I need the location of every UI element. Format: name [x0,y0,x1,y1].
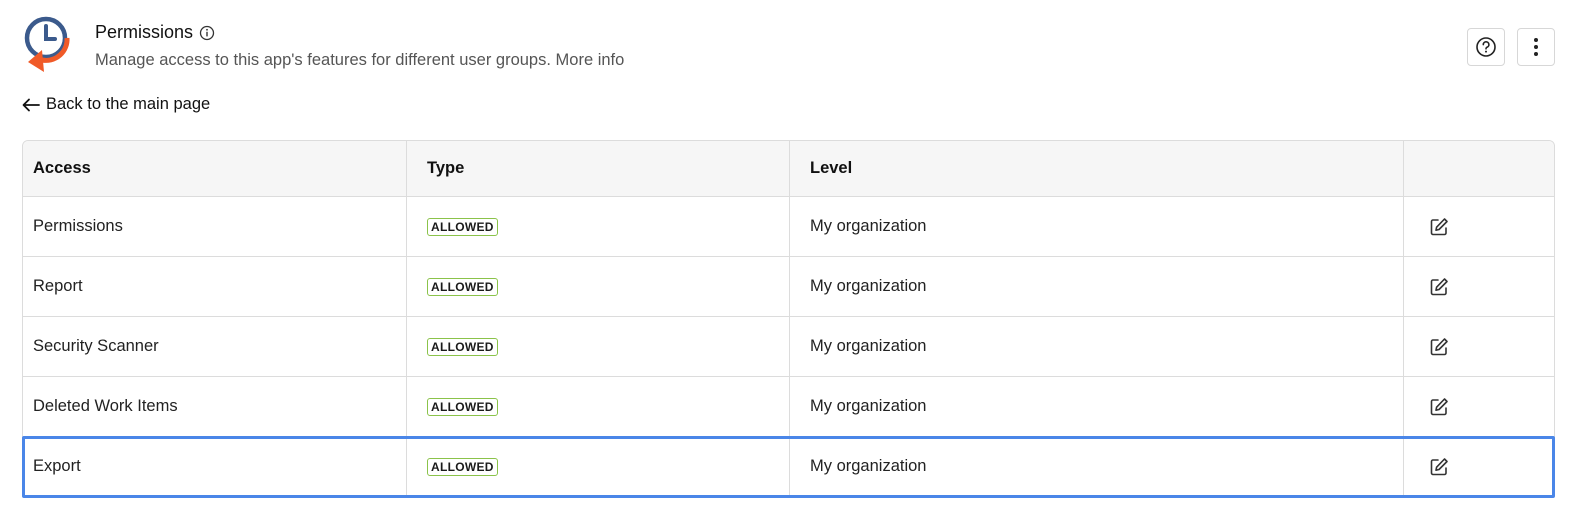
level-cell: My organization [789,377,1403,436]
permissions-table: Access Type Level Permissions ALLOWED My… [22,140,1555,498]
status-badge: ALLOWED [427,217,498,236]
edit-button[interactable] [1428,216,1450,238]
type-cell: ALLOWED [406,257,789,316]
level-cell: My organization [789,317,1403,376]
edit-button[interactable] [1428,336,1450,358]
more-vertical-icon [1534,38,1538,56]
action-cell [1403,317,1554,376]
status-badge: ALLOWED [427,397,498,416]
type-cell: ALLOWED [406,317,789,376]
help-button[interactable] [1467,28,1505,66]
back-link-label: Back to the main page [46,95,211,113]
action-cell [1403,197,1554,256]
table-row[interactable]: Security Scanner ALLOWED My organization [23,316,1554,376]
edit-icon [1430,337,1448,355]
column-header-access[interactable]: Access [23,141,406,196]
more-info-link[interactable]: More info [556,51,625,69]
table-row[interactable]: Permissions ALLOWED My organization [23,196,1554,256]
edit-button[interactable] [1428,396,1450,418]
column-header-level[interactable]: Level [789,141,1403,196]
status-badge: ALLOWED [427,277,498,296]
access-cell: Deleted Work Items [33,397,178,415]
level-cell: My organization [789,257,1403,316]
status-badge: ALLOWED [427,457,498,476]
info-icon[interactable] [199,25,215,41]
action-cell [1403,377,1554,436]
table-row[interactable]: Report ALLOWED My organization [23,256,1554,316]
edit-icon [1430,397,1448,415]
status-badge: ALLOWED [427,337,498,356]
type-cell: ALLOWED [406,437,789,496]
app-logo-icon [24,16,70,72]
column-header-actions [1403,141,1554,196]
page-header: Permissions Manage access to this app's … [22,14,1582,78]
level-cell: My organization [789,437,1403,496]
action-cell [1403,257,1554,316]
edit-icon [1430,277,1448,295]
level-cell: My organization [789,197,1403,256]
arrow-left-icon [22,98,40,111]
table-header-row: Access Type Level [23,141,1554,196]
access-cell: Security Scanner [33,337,159,355]
edit-button[interactable] [1428,456,1450,478]
table-row-selected[interactable]: Export ALLOWED My organization [22,436,1555,498]
table-row[interactable]: Deleted Work Items ALLOWED My organizati… [23,376,1554,436]
help-circle-icon [1476,37,1496,57]
edit-icon [1430,457,1448,475]
type-cell: ALLOWED [406,377,789,436]
edit-icon [1430,217,1448,235]
back-to-main-link[interactable]: Back to the main page [22,95,210,114]
edit-button[interactable] [1428,276,1450,298]
access-cell: Export [33,457,81,475]
page-subtitle: Manage access to this app's features for… [95,51,624,70]
page-title: Permissions [95,22,194,42]
more-options-button[interactable] [1517,28,1555,66]
type-cell: ALLOWED [406,197,789,256]
access-cell: Permissions [33,217,123,235]
action-cell [1403,437,1554,496]
column-header-type[interactable]: Type [406,141,789,196]
subtitle-text: Manage access to this app's features for… [95,51,551,69]
access-cell: Report [33,277,83,295]
